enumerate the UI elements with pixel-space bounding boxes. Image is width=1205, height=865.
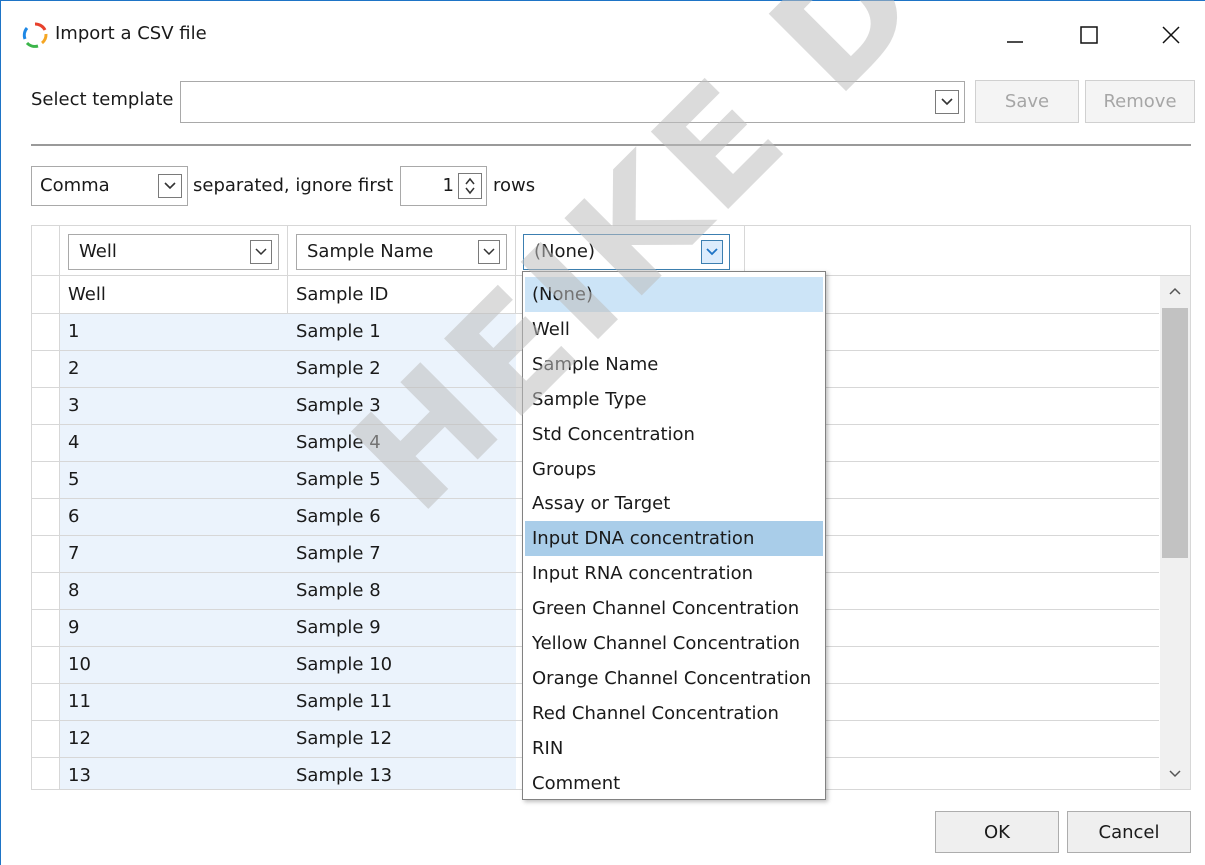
column-mapping-value: Well (79, 241, 117, 262)
dropdown-option[interactable]: Sample Type (525, 382, 823, 417)
table-cell: 6 (60, 499, 288, 535)
table-cell: Sample 3 (288, 388, 516, 424)
remove-button[interactable]: Remove (1085, 80, 1195, 123)
dropdown-option[interactable]: RIN (525, 731, 823, 766)
cancel-button[interactable]: Cancel (1067, 811, 1191, 853)
table-cell: 11 (60, 684, 288, 720)
dropdown-option[interactable]: Green Channel Concentration (525, 591, 823, 626)
dropdown-option[interactable]: Input DNA concentration (525, 521, 823, 557)
dropdown-option[interactable]: Input RNA concentration (525, 556, 823, 591)
table-cell: 3 (60, 388, 288, 424)
rows-text: rows (493, 175, 536, 196)
table-cell: 4 (60, 425, 288, 461)
table-cell: 13 (60, 758, 288, 789)
dropdown-option[interactable]: Sample Name (525, 347, 823, 382)
ok-button[interactable]: OK (935, 811, 1059, 853)
dropdown-option[interactable]: Yellow Channel Concentration (525, 626, 823, 661)
import-csv-dialog: Import a CSV file Select template Save R… (0, 0, 1205, 865)
ignore-rows-value: 1 (442, 175, 454, 196)
window-title: Import a CSV file (55, 23, 207, 44)
dropdown-option[interactable]: Red Channel Concentration (525, 696, 823, 731)
table-cell: Sample 11 (288, 684, 516, 720)
column-mapping-select-1[interactable]: Well (68, 234, 279, 270)
divider (31, 144, 1191, 146)
column-mapping-row: Well Sample Name (None) (32, 226, 1190, 276)
chevron-down-icon (255, 248, 267, 256)
table-cell: Sample 5 (288, 462, 516, 498)
minimize-icon (1007, 41, 1023, 43)
spinner-arrows[interactable] (458, 173, 482, 199)
chevron-down-icon (706, 248, 718, 256)
scroll-thumb[interactable] (1162, 308, 1188, 558)
ignore-rows-spinner[interactable]: 1 (400, 166, 487, 206)
table-cell: 2 (60, 351, 288, 387)
close-icon (1162, 26, 1180, 44)
chevron-down-icon (164, 182, 176, 190)
table-cell: Sample 10 (288, 647, 516, 683)
dropdown-option[interactable]: Comment (525, 766, 823, 801)
close-button[interactable] (1149, 15, 1193, 55)
chevron-up-icon (1169, 287, 1181, 295)
maximize-button[interactable] (1067, 15, 1111, 55)
table-cell: Sample 6 (288, 499, 516, 535)
separator-select[interactable]: Comma (31, 166, 188, 206)
table-cell: Sample 7 (288, 536, 516, 572)
table-cell: 1 (60, 314, 288, 350)
app-logo-icon (22, 22, 48, 48)
table-cell: 5 (60, 462, 288, 498)
table-cell: 7 (60, 536, 288, 572)
title-bar: Import a CSV file (1, 1, 1205, 67)
maximize-icon (1080, 26, 1098, 44)
chevron-down-icon (483, 248, 495, 256)
dropdown-option[interactable]: Well (525, 312, 823, 347)
dropdown-option[interactable]: Assay or Target (525, 486, 823, 521)
table-cell: 12 (60, 721, 288, 757)
table-cell: 8 (60, 573, 288, 609)
dropdown-option[interactable]: Orange Channel Concentration (525, 661, 823, 696)
column-dropdown-button[interactable] (478, 240, 500, 264)
minimize-button[interactable] (993, 15, 1037, 55)
scroll-up-button[interactable] (1160, 276, 1190, 306)
table-cell: Sample 2 (288, 351, 516, 387)
table-header-cell: Sample ID (296, 284, 389, 305)
column-mapping-value: Sample Name (307, 241, 434, 262)
table-cell: Sample 8 (288, 573, 516, 609)
chevron-down-icon (1169, 770, 1181, 778)
dropdown-option[interactable]: Std Concentration (525, 417, 823, 452)
column-dropdown-button[interactable] (701, 240, 723, 264)
template-select[interactable] (180, 81, 965, 123)
column-dropdown-button[interactable] (250, 240, 272, 264)
column-mapping-dropdown-list: (None) Well Sample Name Sample Type Std Conc… (522, 271, 826, 800)
dropdown-option[interactable]: (None) (525, 277, 823, 312)
column-mapping-value: (None) (534, 241, 596, 262)
table-cell: Sample 1 (288, 314, 516, 350)
vertical-scrollbar[interactable] (1160, 276, 1190, 789)
separator-text: separated, ignore first (193, 175, 394, 196)
table-cell: Sample 13 (288, 758, 516, 789)
table-cell: Sample 9 (288, 610, 516, 646)
column-mapping-select-3[interactable]: (None) (523, 234, 730, 270)
separator-value: Comma (40, 175, 110, 196)
select-template-label: Select template (31, 89, 174, 110)
table-cell: Sample 12 (288, 721, 516, 757)
grid-line (744, 226, 745, 276)
chevron-down-icon (941, 98, 953, 106)
separator-dropdown-button[interactable] (158, 174, 182, 198)
save-button[interactable]: Save (975, 80, 1079, 123)
up-down-arrows-icon (465, 177, 475, 195)
scroll-down-button[interactable] (1160, 759, 1190, 789)
table-header-cell: Well (68, 284, 106, 305)
column-mapping-select-2[interactable]: Sample Name (296, 234, 507, 270)
dropdown-option[interactable]: Groups (525, 452, 823, 487)
table-cell: 9 (60, 610, 288, 646)
template-dropdown-button[interactable] (935, 90, 959, 114)
table-cell: 10 (60, 647, 288, 683)
table-cell: Sample 4 (288, 425, 516, 461)
